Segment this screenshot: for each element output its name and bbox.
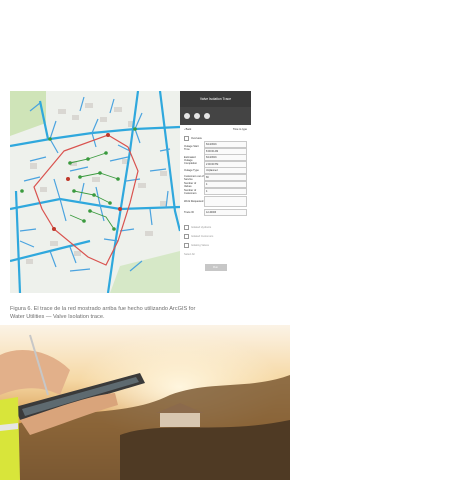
layers-icon[interactable] [194, 113, 200, 119]
menu-icon[interactable] [204, 113, 210, 119]
field-row: Outage Type Unplanned [180, 167, 251, 174]
option-checkbox[interactable] [184, 225, 189, 230]
field-label: Number of Valves [184, 181, 197, 188]
panel-title: Valve Isolation Trace [180, 91, 251, 107]
field-label: Outage Type [184, 169, 199, 172]
caption-line-2: Water Utilities — Valve Isolation trace. [10, 314, 105, 320]
field-value[interactable]: 4 [204, 181, 247, 188]
field-row: Number of Customers 4 [180, 188, 251, 195]
field-value[interactable] [204, 196, 247, 207]
option-label: Isolated Customers [191, 235, 214, 238]
field-row: Trace ID 12-40003 [180, 208, 251, 217]
option-checkbox[interactable] [184, 234, 189, 239]
panel-nav: ‹ Back Time to type [180, 125, 251, 134]
field-label: Trace ID [184, 211, 194, 214]
field-value[interactable]: 12-40003 [204, 209, 247, 216]
back-icon[interactable] [184, 113, 190, 119]
option-label: Isolated Hydrants [191, 226, 212, 229]
select-all-link[interactable]: Select All [184, 253, 195, 256]
field-label: Work Requested [184, 200, 204, 203]
field-label: Customers out of Service [184, 174, 204, 181]
option-label: Isolating Valves [191, 244, 209, 247]
field-value[interactable]: 6/13/2016 [204, 141, 247, 148]
figure-caption: Figura 6. El trace de la red mostrado ar… [10, 305, 250, 321]
field-row: Customers out of Service 66 [180, 174, 251, 181]
option-checkbox[interactable] [184, 243, 189, 248]
caption-line-1: Figura 6. El trace de la red mostrado ar… [10, 306, 196, 312]
option-row[interactable]: Isolated Customers [180, 232, 251, 241]
field-worker-photo [0, 325, 290, 480]
field-row: Estimated Outage Completion 6/13/2016 2:… [180, 153, 251, 168]
run-button[interactable]: Run [204, 264, 227, 271]
field-label: Number of Customers [184, 188, 197, 195]
field-label: Estimated Outage Completion [184, 156, 198, 165]
panel-toolbar [180, 107, 251, 125]
field-label: Outage Start Time [184, 145, 199, 151]
next-link[interactable]: Time to type [233, 128, 247, 131]
field-row: Work Requested [180, 195, 251, 208]
option-row[interactable]: Isolating Valves [180, 241, 251, 250]
field-row: Outage Start Time 6/13/2016 8:00:00 AM [180, 141, 251, 155]
overview-checkbox[interactable] [184, 135, 189, 141]
option-row[interactable]: Isolated Hydrants [180, 223, 251, 232]
field-value[interactable]: 66 [204, 174, 247, 181]
safety-vest [0, 397, 20, 480]
field-value[interactable]: 4 [204, 188, 247, 195]
back-link[interactable]: ‹ Back [184, 128, 191, 131]
trace-map [10, 91, 180, 293]
field-value[interactable]: Unplanned [204, 167, 247, 174]
option-row[interactable]: Select All [180, 250, 251, 258]
field-value[interactable]: 6/13/2016 [204, 153, 247, 161]
overview-label: Overview [191, 136, 202, 140]
field-row: Number of Valves 4 [180, 181, 251, 188]
trace-panel: Valve Isolation Trace ‹ Back Time to typ… [180, 91, 251, 293]
